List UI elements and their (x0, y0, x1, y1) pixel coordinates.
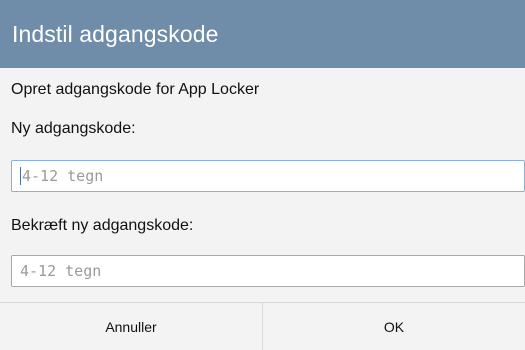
ok-button[interactable]: OK (263, 303, 525, 350)
cancel-button[interactable]: Annuller (0, 303, 263, 350)
confirm-password-placeholder: 4-12 tegn (20, 262, 102, 280)
dialog-button-bar: Annuller OK (0, 302, 525, 350)
new-password-label: Ny adgangskode: (11, 120, 136, 137)
text-cursor (20, 167, 21, 185)
confirm-password-input[interactable]: 4-12 tegn (11, 255, 525, 287)
set-password-dialog: Indstil adgangskode Opret adgangskode fo… (0, 0, 525, 350)
new-password-placeholder: 4-12 tegn (22, 167, 104, 185)
confirm-password-label: Bekræft ny adgangskode: (11, 217, 194, 234)
new-password-input[interactable]: 4-12 tegn (11, 160, 525, 192)
dialog-description: Opret adgangskode for App Locker (11, 81, 260, 98)
dialog-title: Indstil adgangskode (0, 0, 525, 68)
dialog-body: Opret adgangskode for App Locker Ny adga… (0, 68, 525, 302)
